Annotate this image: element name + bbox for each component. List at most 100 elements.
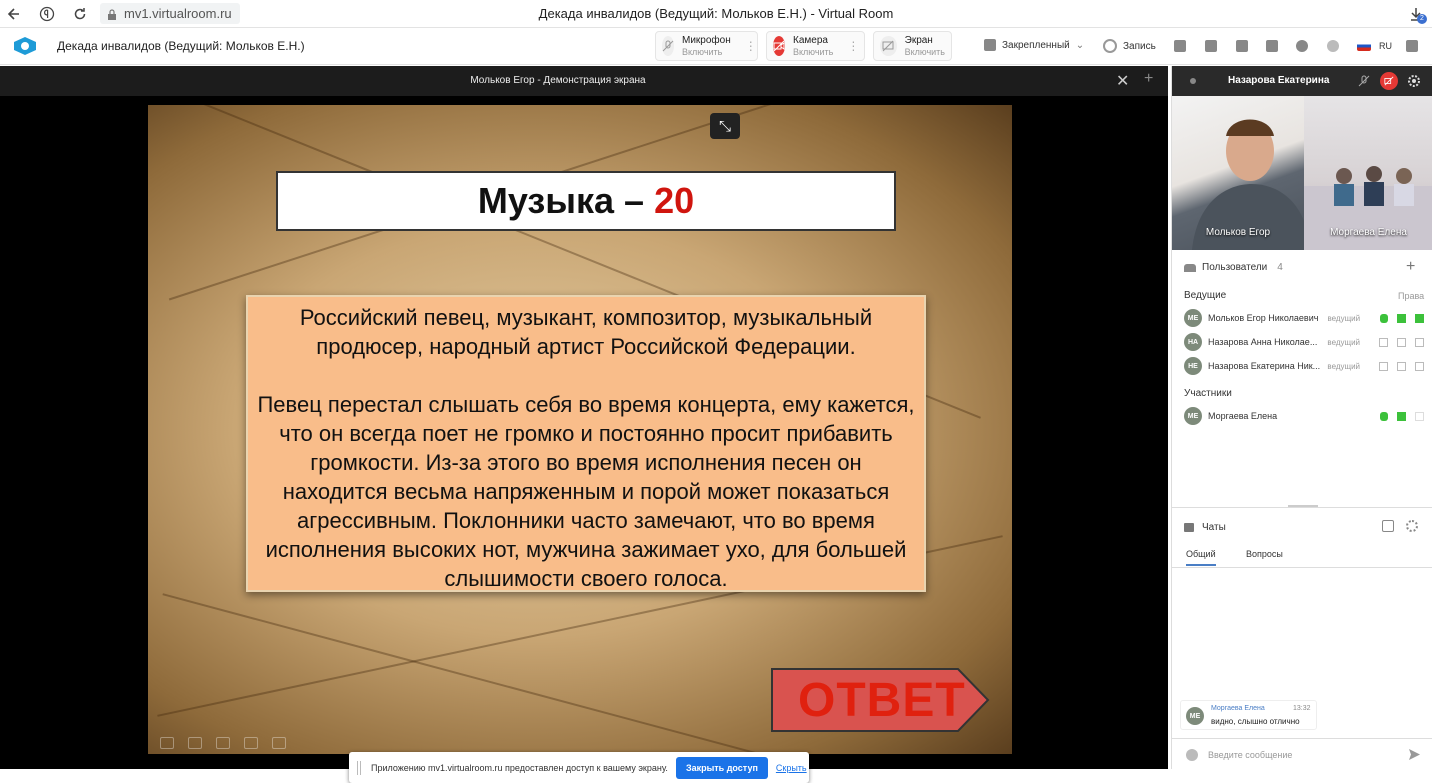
document-icon[interactable] (1205, 40, 1217, 52)
russia-flag-icon[interactable] (1357, 41, 1371, 51)
camera-off-icon[interactable] (1380, 72, 1398, 90)
back-icon[interactable] (6, 6, 22, 22)
close-icon[interactable]: ✕ (1116, 71, 1129, 91)
users-title: Пользователи (1202, 262, 1268, 273)
users-icon (1184, 263, 1196, 272)
microphone-off-icon[interactable] (1379, 361, 1389, 371)
camera-off-icon[interactable] (1397, 361, 1407, 371)
user-row[interactable]: МЕ Моргаева Елена (1184, 406, 1424, 426)
record-label: Запись (1123, 40, 1156, 52)
microphone-off-icon (662, 36, 674, 56)
user-row[interactable]: МЕ Мольков Егор Николаевич ведущий (1184, 308, 1424, 328)
user-name: Назарова Анна Николае... (1208, 337, 1318, 347)
gear-icon[interactable] (1405, 72, 1423, 90)
screen-share-off-icon[interactable] (1415, 361, 1424, 371)
chat-input-placeholder: Введите сообщение (1208, 750, 1293, 760)
screen-share-off-icon[interactable] (1415, 411, 1424, 421)
camera-off-icon[interactable] (1397, 337, 1407, 347)
microphone-control[interactable]: Микрофон Включить ⋮ (655, 31, 758, 61)
chat-tabs: Общий Вопросы (1172, 542, 1432, 568)
send-icon[interactable] (1408, 748, 1421, 766)
user-icon[interactable] (1266, 40, 1278, 52)
slide-controls[interactable] (160, 737, 286, 749)
slide-title-number: 20 (654, 180, 695, 221)
grid-view-icon[interactable] (244, 737, 258, 749)
tab-general[interactable]: Общий (1186, 549, 1216, 566)
microphone-label: Микрофон (682, 34, 731, 46)
microphone-on-icon[interactable] (1379, 411, 1389, 421)
camera-label: Камера (793, 34, 828, 46)
settings-icon[interactable] (1327, 40, 1339, 52)
message-time: 13:32 (1293, 705, 1311, 712)
users-count: 4 (1277, 262, 1283, 273)
grid-icon[interactable] (1174, 40, 1186, 52)
avatar: НЕ (1184, 357, 1202, 375)
chat-settings-icon[interactable] (1406, 520, 1418, 532)
rights-label: Права (1398, 291, 1425, 301)
lock-icon (107, 8, 117, 23)
screen-share-off-icon (880, 36, 897, 56)
video-tile[interactable]: Моргаева Елена (1304, 96, 1432, 250)
chats-panel: Чаты Общий Вопросы МЕ Моргаева Елена 13:… (1172, 507, 1432, 769)
screen-share-on-icon[interactable] (1415, 313, 1424, 323)
participants-label: Участники (1184, 388, 1232, 399)
reload-icon[interactable] (72, 6, 88, 22)
pen-icon[interactable] (216, 737, 230, 749)
more-icon[interactable]: ⋮ (847, 39, 859, 53)
folder-icon[interactable] (1236, 40, 1248, 52)
screen-share-control[interactable]: Экран Включить (873, 31, 952, 61)
next-slide-icon[interactable] (188, 737, 202, 749)
info-icon[interactable] (1296, 40, 1308, 52)
app-header: Декада инвалидов (Ведущий: Мольков Е.Н.)… (0, 28, 1432, 65)
add-user-icon[interactable]: + (1406, 258, 1415, 276)
microphone-sub: Включить (682, 46, 723, 57)
chevron-down-icon: ⌄ (1075, 39, 1085, 51)
message-text: видно, слышно отлично (1211, 717, 1300, 726)
chat-input[interactable]: Введите сообщение (1172, 738, 1432, 770)
stop-sharing-button[interactable]: Закрыть доступ (675, 756, 768, 779)
avatar: МЕ (1184, 407, 1202, 425)
stage-header: Мольков Егор - Демонстрация экрана ✕ + (0, 66, 1168, 96)
record-button[interactable]: Запись (1103, 39, 1156, 53)
user-row[interactable]: НА Назарова Анна Николае... ведущий (1184, 332, 1424, 352)
browser-toolbar: mv1.virtualroom.ru Декада инвалидов (Вед… (0, 0, 1432, 28)
exit-icon[interactable] (1406, 40, 1418, 52)
url-text: mv1.virtualroom.ru (124, 6, 232, 21)
prev-slide-icon[interactable] (160, 737, 174, 749)
microphone-on-icon[interactable] (1379, 313, 1389, 323)
camera-on-icon[interactable] (1397, 411, 1407, 421)
user-row[interactable]: НЕ Назарова Екатерина Ник... ведущий (1184, 356, 1424, 376)
presentation-slide: ⤡ Музыка – 20 Российский певец, музыкант… (148, 105, 1012, 754)
microphone-off-icon[interactable] (1355, 72, 1373, 90)
room-title: Декада инвалидов (Ведущий: Мольков Е.Н.) (57, 39, 305, 53)
answer-button-label[interactable]: ОТВЕТ (798, 673, 966, 728)
slide-title-text: Музыка – (477, 180, 645, 221)
tab-questions[interactable]: Вопросы (1246, 549, 1283, 559)
active-speaker-name: Назарова Екатерина (1228, 75, 1330, 86)
video-tile[interactable]: Мольков Егор (1172, 96, 1304, 250)
layout-selector[interactable]: Закрепленный ⌄ (984, 39, 1084, 51)
minimize-icon[interactable]: ⤡ (710, 113, 740, 139)
layout-label: Закрепленный (1002, 39, 1070, 51)
language-label[interactable]: RU (1379, 41, 1392, 51)
slide-title: Музыка – 20 (276, 171, 896, 231)
drag-handle-icon[interactable] (357, 760, 361, 775)
user-name: Назарова Екатерина Ник... (1208, 361, 1321, 371)
camera-control[interactable]: Камера Включить ⋮ (766, 31, 865, 61)
plus-icon[interactable]: + (1144, 70, 1153, 88)
microphone-off-icon[interactable] (1379, 337, 1389, 347)
hide-notice-link[interactable]: Скрыть (776, 763, 807, 773)
camera-on-icon[interactable] (1397, 313, 1407, 323)
status-dot-icon (1190, 78, 1196, 84)
more-icon[interactable]: ⋮ (745, 39, 757, 53)
yandex-icon[interactable] (39, 6, 55, 22)
emoji-icon[interactable] (1186, 749, 1198, 761)
chat-message: МЕ Моргаева Елена 13:32 видно, слышно от… (1180, 700, 1317, 730)
save-chat-icon[interactable] (1382, 520, 1394, 532)
zoom-icon[interactable] (272, 737, 286, 749)
address-bar[interactable]: mv1.virtualroom.ru (100, 3, 240, 24)
screen-label: Экран (904, 34, 933, 46)
user-role: ведущий (1327, 313, 1361, 323)
screen-share-off-icon[interactable] (1415, 337, 1424, 347)
download-badge: 2 (1417, 14, 1427, 24)
